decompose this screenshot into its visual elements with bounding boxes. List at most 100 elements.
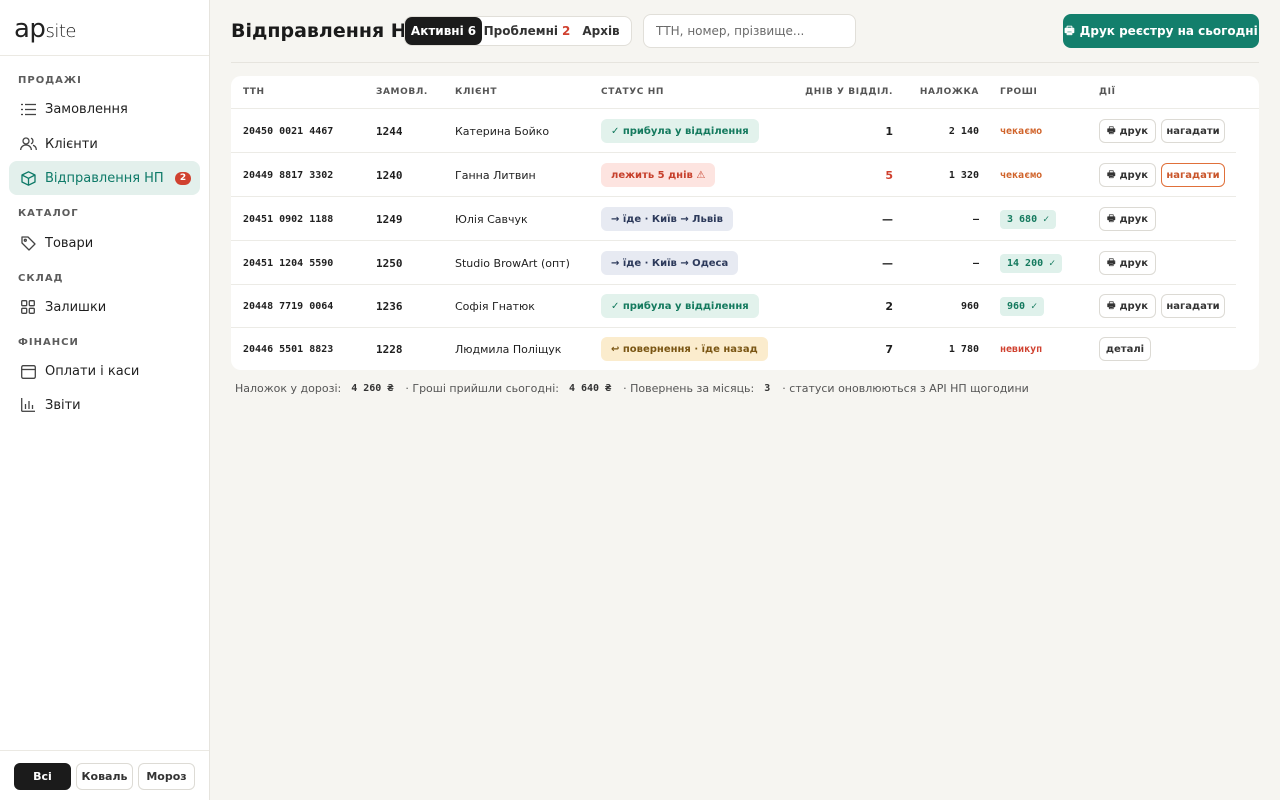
order-cell[interactable]: 1236 [376, 284, 403, 328]
users-icon [19, 135, 37, 153]
col-header-cod[interactable]: НАЛОЖКА [901, 87, 979, 97]
sidebar-item-inventory[interactable]: Залишки [9, 290, 200, 324]
sidebar-item-orders[interactable]: Замовлення [9, 92, 200, 126]
status-cell: → їде · Київ → Одеса [601, 241, 739, 285]
status-badge: ✓ прибула у відділення [601, 294, 759, 318]
remind-button[interactable]: нагадати [1161, 163, 1225, 187]
print-button[interactable]: 🖶 друк [1099, 163, 1156, 187]
tab-archive[interactable]: Архів [572, 17, 630, 45]
cod-cell: 1 780 [948, 343, 979, 355]
user-filter: Всі Коваль Мороз [0, 750, 209, 800]
summary-returns-value: 3 [764, 383, 771, 394]
sidebar: apsite ПРОДАЖІ Замовлення Клієнти Відпра… [0, 0, 210, 800]
table-row[interactable]: 20450 0021 4467 1244 Катерина Бойко ✓ пр… [231, 109, 1236, 153]
client-cell: Ганна Литвин [455, 168, 536, 182]
ttn-cell[interactable]: 20446 5501 8823 [243, 327, 333, 371]
col-header-status[interactable]: СТАТУС НП [601, 87, 664, 97]
days-cell: — [882, 256, 893, 270]
shipments-table: ТТН ЗАМОВЛ. КЛІЄНТ СТАТУС НП ДНІВ У ВІДД… [231, 76, 1259, 370]
col-header-order[interactable]: ЗАМОВЛ. [376, 87, 428, 97]
table-row[interactable]: 20449 8817 3302 1240 Ганна Литвин лежить… [231, 153, 1236, 197]
sidebar-item-shipments[interactable]: Відправлення НП 2 [9, 161, 200, 195]
status-badge: ✓ прибула у відділення [601, 119, 759, 143]
printer-icon: 🖶 [1106, 258, 1116, 268]
table-row[interactable]: 20451 0902 1188 1249 Юлія Савчук → їде ·… [231, 197, 1236, 241]
days-cell: 1 [885, 124, 893, 138]
summary-paid-label: · Гроші прийшли сьогодні: [405, 382, 559, 395]
status-cell: ✓ прибула у відділення [601, 284, 759, 328]
printer-icon: 🖶 [1106, 126, 1116, 136]
search-input[interactable] [643, 14, 856, 48]
printer-icon: 🖶 [1106, 214, 1116, 224]
cod-cell: 1 320 [948, 169, 979, 181]
col-header-days[interactable]: ДНІВ У ВІДДІЛ. [791, 87, 893, 97]
user-filter-moroz[interactable]: Мороз [138, 763, 195, 790]
user-filter-all[interactable]: Всі [14, 763, 71, 790]
status-cell: лежить 5 днів ⚠ [601, 153, 716, 197]
cod-cell: — [972, 257, 979, 269]
sidebar-item-products[interactable]: Товари [9, 226, 200, 260]
table-row[interactable]: 20448 7719 0064 1236 Софія Гнатюк ✓ приб… [231, 284, 1236, 328]
print-button[interactable]: 🖶 друк [1099, 251, 1156, 275]
count-badge: 2 [175, 172, 191, 185]
sidebar-item-label: Звіти [45, 397, 81, 413]
order-cell[interactable]: 1228 [376, 327, 403, 371]
tab-problem[interactable]: Проблемні 2 [482, 17, 572, 45]
col-header-ttn[interactable]: ТТН [243, 87, 265, 97]
calendar-icon [19, 362, 37, 380]
money-cell: невикуп [1000, 327, 1042, 371]
col-header-money[interactable]: ГРОШІ [1000, 87, 1037, 97]
user-filter-koval[interactable]: Коваль [76, 763, 133, 790]
sidebar-item-label: Замовлення [45, 101, 128, 117]
actions-cell: 🖶 друк нагадати [1099, 109, 1230, 153]
days-cell: — [882, 212, 893, 226]
client-cell: Людмила Поліщук [455, 342, 562, 356]
ttn-cell[interactable]: 20450 0021 4467 [243, 109, 333, 153]
actions-cell: 🖶 друк [1099, 197, 1161, 241]
client-cell: Катерина Бойко [455, 124, 550, 138]
order-cell[interactable]: 1244 [376, 109, 403, 153]
box-icon [19, 169, 37, 187]
page-title: Відправлення НП [231, 20, 423, 42]
print-register-button[interactable]: 🖶 Друк реєстру на сьогодні [1063, 14, 1259, 48]
status-badge: → їде · Київ → Львів [601, 207, 733, 231]
remind-button[interactable]: нагадати [1161, 294, 1225, 318]
printer-icon: 🖶 [1106, 301, 1116, 311]
status-cell: ↩ повернення · їде назад [601, 327, 768, 371]
ttn-cell[interactable]: 20451 1204 5590 [243, 241, 333, 285]
tab-active[interactable]: Активні 6 [405, 17, 482, 45]
money-status: чекаємо [1000, 125, 1043, 137]
sidebar-item-payments[interactable]: Оплати і каси [9, 354, 200, 388]
order-cell[interactable]: 1250 [376, 241, 403, 285]
print-button[interactable]: 🖶 друк [1099, 294, 1156, 318]
table-row[interactable]: 20451 1204 5590 1250 Studio BrowArt (опт… [231, 241, 1236, 285]
print-button[interactable]: 🖶 друк [1099, 207, 1156, 231]
ttn-cell[interactable]: 20449 8817 3302 [243, 153, 333, 197]
col-header-actions: ДІЇ [1099, 87, 1116, 97]
actions-cell: 🖶 друк нагадати [1099, 153, 1230, 197]
cod-cell: — [972, 213, 979, 225]
ttn-cell[interactable]: 20451 0902 1188 [243, 197, 333, 241]
ttn-cell[interactable]: 20448 7719 0064 [243, 284, 333, 328]
actions-cell: 🖶 друк [1099, 241, 1161, 285]
order-cell[interactable]: 1240 [376, 153, 403, 197]
table-row[interactable]: 20446 5501 8823 1228 Людмила Поліщук ↩ п… [231, 327, 1236, 371]
money-status: 14 200 ✓ [1000, 253, 1063, 273]
status-cell: → їде · Київ → Львів [601, 197, 733, 241]
sidebar-item-label: Клієнти [45, 136, 98, 152]
remind-button[interactable]: нагадати [1161, 119, 1225, 143]
section-title-catalog: КАТАЛОГ [18, 208, 79, 219]
app-logo[interactable]: apsite [0, 0, 209, 56]
client-cell: Юлія Савчук [455, 212, 528, 226]
status-badge: → їде · Київ → Одеса [601, 251, 739, 275]
col-header-client[interactable]: КЛІЄНТ [455, 87, 497, 97]
order-cell[interactable]: 1249 [376, 197, 403, 241]
client-cell: Софія Гнатюк [455, 299, 535, 313]
details-button[interactable]: деталі [1099, 337, 1151, 361]
sidebar-item-reports[interactable]: Звіти [9, 388, 200, 422]
section-title-stock: СКЛАД [18, 273, 64, 284]
sidebar-item-clients[interactable]: Клієнти [9, 127, 200, 161]
money-cell: чекаємо [1000, 109, 1042, 153]
print-button[interactable]: 🖶 друк [1099, 119, 1156, 143]
grid-icon [19, 298, 37, 316]
